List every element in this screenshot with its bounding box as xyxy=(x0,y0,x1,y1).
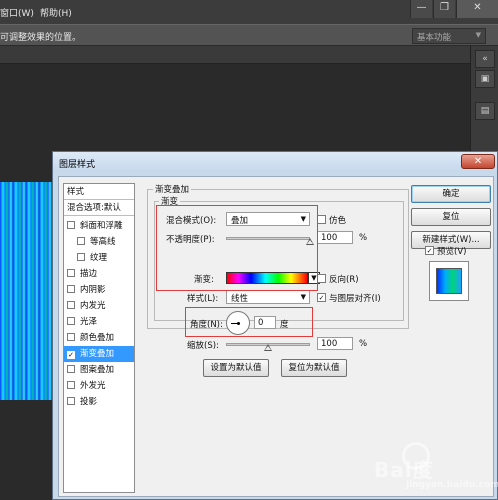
style-item-gradient-overlay[interactable]: ✓ 渐变叠加 xyxy=(64,346,134,362)
annotation-highlight-box xyxy=(156,205,318,291)
style-item-label: 渐变叠加 xyxy=(80,349,115,359)
style-item-label: 投影 xyxy=(80,397,98,407)
checkbox[interactable] xyxy=(67,317,75,325)
style-item-label: 颜色叠加 xyxy=(80,333,115,343)
preview-checkbox[interactable]: ✓ xyxy=(425,246,434,255)
style-item-label: 内阴影 xyxy=(80,285,106,295)
style-label: 样式(L): xyxy=(187,294,219,304)
preview-label: 预览(V) xyxy=(437,247,467,257)
scale-input[interactable]: 100 xyxy=(317,337,353,350)
scale-slider-thumb[interactable] xyxy=(264,344,272,351)
scale-unit: % xyxy=(359,339,368,349)
style-item-contour[interactable]: 等高线 xyxy=(64,234,134,250)
minimize-button[interactable]: — xyxy=(410,0,432,18)
dither-checkbox[interactable] xyxy=(317,215,326,224)
close-window-button[interactable]: ✕ xyxy=(456,0,498,18)
reverse-checkbox[interactable] xyxy=(317,274,326,283)
checkbox[interactable] xyxy=(67,285,75,293)
style-item-texture[interactable]: 纹理 xyxy=(64,250,134,266)
style-item-inner-shadow[interactable]: 内阴影 xyxy=(64,282,134,298)
make-default-button[interactable]: 设置为默认值 xyxy=(203,359,269,377)
chevron-down-icon: ▼ xyxy=(300,293,306,301)
reset-button[interactable]: 复位 xyxy=(411,208,491,226)
style-item-label: 描边 xyxy=(80,269,98,279)
section-title: 渐变叠加 xyxy=(153,183,192,195)
checkbox[interactable] xyxy=(67,301,75,309)
align-with-layer-label: 与图层对齐(I) xyxy=(329,294,381,304)
scale-label: 缩放(S): xyxy=(187,341,219,351)
style-item-label: 光泽 xyxy=(80,317,98,327)
checkbox[interactable] xyxy=(67,381,75,389)
style-item-bevel[interactable]: 斜面和浮雕 xyxy=(64,218,134,234)
style-preview xyxy=(429,261,469,301)
style-list-header[interactable]: 样式 xyxy=(64,184,134,200)
watermark-text: Bai度 xyxy=(374,458,434,482)
annotation-highlight-box xyxy=(185,307,313,337)
ok-button[interactable]: 确定 xyxy=(411,185,491,203)
opacity-input[interactable]: 100 xyxy=(317,231,353,244)
style-item-label: 等高线 xyxy=(90,237,116,247)
options-bar: 可调整效果的位置。 基本功能 ▼ xyxy=(0,24,498,46)
workspace-select[interactable]: 基本功能 ▼ xyxy=(412,28,486,44)
checkbox[interactable] xyxy=(77,253,85,261)
style-item-label: 外发光 xyxy=(80,381,106,391)
checkbox[interactable] xyxy=(67,221,75,229)
menu-window[interactable]: 窗口(W) xyxy=(0,6,34,19)
style-item-label: 内发光 xyxy=(80,301,106,311)
align-with-layer-checkbox[interactable]: ✓ xyxy=(317,293,326,302)
style-item-stroke[interactable]: 描边 xyxy=(64,266,134,282)
canvas-gradient-image xyxy=(0,182,55,400)
checkbox[interactable] xyxy=(67,333,75,341)
baidu-watermark: Bai度 jingyan.baidu.com xyxy=(368,442,498,494)
style-item-label: 纹理 xyxy=(90,253,108,263)
checkbox[interactable] xyxy=(67,269,75,277)
document-tab-bar xyxy=(0,46,498,64)
checkbox[interactable] xyxy=(67,397,75,405)
reverse-label: 反向(R) xyxy=(329,275,359,285)
style-item-pattern-overlay[interactable]: 图案叠加 xyxy=(64,362,134,378)
style-item-label: 斜面和浮雕 xyxy=(80,221,123,231)
dialog-titlebar: 图层样式 ✕ xyxy=(53,152,497,172)
gradient-style-value: 线性 xyxy=(231,294,249,304)
dialog-close-button[interactable]: ✕ xyxy=(461,154,495,169)
chevron-down-icon: ▼ xyxy=(475,31,481,39)
style-list: 样式 混合选项:默认 斜面和浮雕 等高线 纹理 描边 内阴影 内发光 光泽 颜色… xyxy=(63,183,135,493)
watermark-subtext: jingyan.baidu.com xyxy=(406,480,498,490)
panel-icon[interactable]: ▤ xyxy=(475,102,495,120)
workspace-value: 基本功能 xyxy=(417,33,452,43)
checkbox-checked[interactable]: ✓ xyxy=(67,351,75,359)
checkbox[interactable] xyxy=(67,365,75,373)
options-hint: 可调整效果的位置。 xyxy=(0,33,82,43)
menu-bar: 窗口(W) 帮助(H) — ❐ ✕ xyxy=(0,0,498,24)
restore-button[interactable]: ❐ xyxy=(433,0,455,18)
opacity-unit: % xyxy=(359,233,368,243)
style-item-drop-shadow[interactable]: 投影 xyxy=(64,394,134,410)
style-item-outer-glow[interactable]: 外发光 xyxy=(64,378,134,394)
gradient-style-select[interactable]: 线性 ▼ xyxy=(226,290,310,304)
dialog-title: 图层样式 xyxy=(59,160,96,170)
dither-label: 仿色 xyxy=(329,216,347,226)
style-item-label: 图案叠加 xyxy=(80,365,115,375)
blending-options-item[interactable]: 混合选项:默认 xyxy=(64,200,134,216)
style-item-satin[interactable]: 光泽 xyxy=(64,314,134,330)
panel-icon[interactable]: ▣ xyxy=(475,70,495,88)
reset-to-default-button[interactable]: 复位为默认值 xyxy=(281,359,347,377)
preview-swatch xyxy=(436,268,462,294)
menu-help[interactable]: 帮助(H) xyxy=(40,6,72,19)
checkbox[interactable] xyxy=(77,237,85,245)
panel-collapse-icon[interactable]: « xyxy=(475,50,495,68)
style-item-color-overlay[interactable]: 颜色叠加 xyxy=(64,330,134,346)
style-item-inner-glow[interactable]: 内发光 xyxy=(64,298,134,314)
